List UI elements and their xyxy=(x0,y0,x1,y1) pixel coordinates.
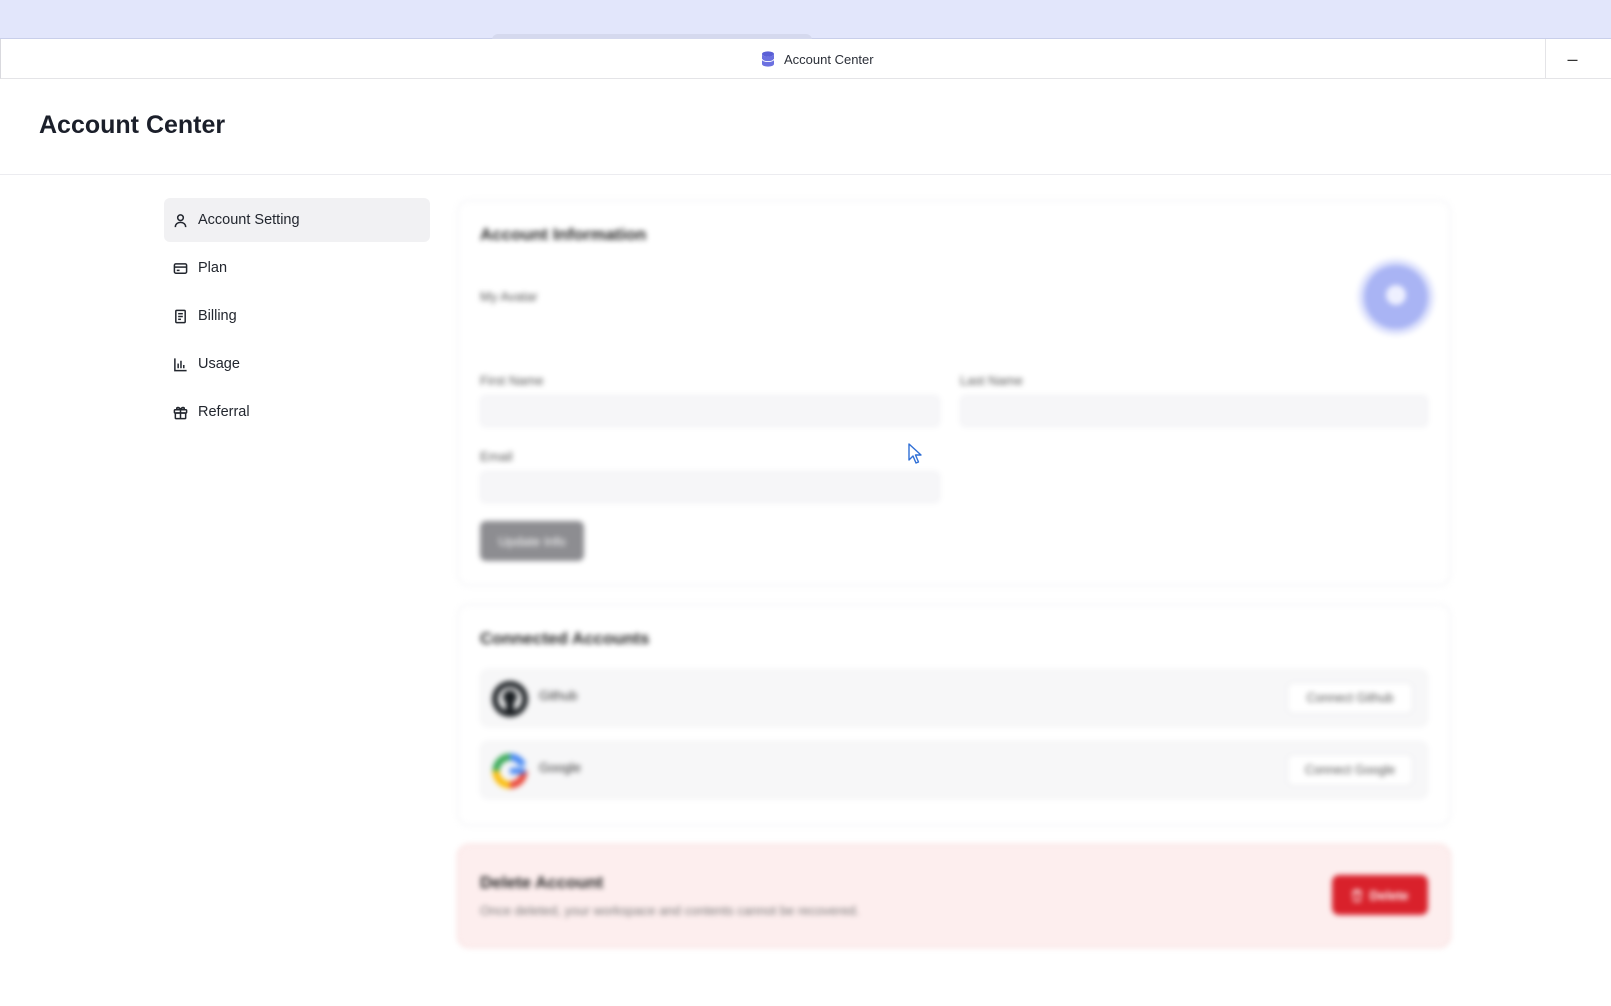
browser-top-strip xyxy=(0,0,1611,40)
sidebar-item-usage[interactable]: Usage xyxy=(164,342,430,386)
delete-button[interactable]: Delete xyxy=(1332,875,1428,915)
avatar[interactable] xyxy=(1364,265,1428,329)
sidebar-item-label: Referral xyxy=(198,404,250,420)
update-info-button[interactable]: Update Info xyxy=(480,521,584,561)
delete-button-label: Delete xyxy=(1369,887,1409,903)
account-information-card: Account Information My Avatar First Name… xyxy=(457,200,1451,586)
connected-accounts-card: Connected Accounts Github Connect Github… xyxy=(457,604,1451,826)
sidebar-item-label: Plan xyxy=(198,260,228,276)
connected-account-name: Google xyxy=(539,760,581,775)
minimize-icon: – xyxy=(1567,48,1578,69)
sidebar-item-billing[interactable]: Billing xyxy=(164,294,430,338)
receipt-icon xyxy=(175,309,186,323)
last-name-field[interactable] xyxy=(960,395,1428,427)
sidebar-item-label: Billing xyxy=(198,308,237,324)
sidebar-item-referral[interactable]: Referral xyxy=(164,390,430,434)
bar-chart-icon xyxy=(174,357,187,371)
first-name-label: First Name xyxy=(480,373,544,388)
window-title-text: Account Center xyxy=(784,51,874,67)
google-icon xyxy=(492,753,528,789)
delete-account-title: Delete Account xyxy=(480,873,604,892)
github-icon xyxy=(492,681,528,717)
connect-google-button[interactable]: Connect Google xyxy=(1287,754,1413,786)
sidebar-item-plan[interactable]: Plan xyxy=(164,246,430,290)
connected-account-row-google: Google Connect Google xyxy=(480,741,1428,799)
gift-icon xyxy=(173,406,188,419)
connected-account-row-github: Github Connect Github xyxy=(480,669,1428,727)
user-icon xyxy=(174,213,187,227)
sidebar-item-label: Usage xyxy=(198,356,240,372)
page-title: Account Center xyxy=(39,111,226,139)
connected-accounts-title: Connected Accounts xyxy=(480,629,650,648)
connect-github-button[interactable]: Connect Github xyxy=(1287,682,1413,714)
minimize-button[interactable]: – xyxy=(1545,39,1599,79)
mouse-cursor-icon xyxy=(908,443,922,464)
page-header: Account Center xyxy=(0,79,1611,175)
sidebar: Account Setting Plan Billing Usage Refer… xyxy=(164,198,430,438)
avatar-label: My Avatar xyxy=(480,289,538,304)
window-title-bar: Account Center – xyxy=(0,39,1611,79)
last-name-label: Last Name xyxy=(960,373,1023,388)
first-name-field[interactable] xyxy=(480,395,940,427)
sidebar-item-account-setting[interactable]: Account Setting xyxy=(164,198,430,242)
delete-account-card: Delete Account Once deleted, your worksp… xyxy=(457,844,1451,948)
email-field[interactable] xyxy=(480,471,940,503)
credit-card-icon xyxy=(173,262,188,274)
database-icon xyxy=(761,51,775,67)
connected-account-name: Github xyxy=(539,688,578,703)
delete-account-description: Once deleted, your workspace and content… xyxy=(480,903,860,918)
sidebar-item-label: Account Setting xyxy=(198,212,300,228)
email-label: Email xyxy=(480,449,513,464)
window-title: Account Center xyxy=(761,39,874,79)
account-information-title: Account Information xyxy=(480,225,647,244)
trash-icon xyxy=(1352,889,1363,902)
